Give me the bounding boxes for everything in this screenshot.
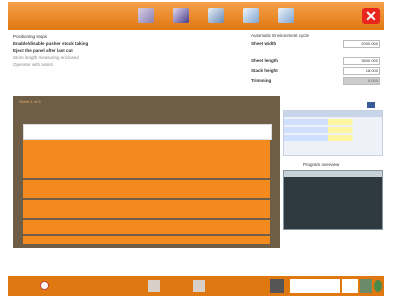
parts-row[interactable] bbox=[284, 127, 382, 133]
status-display bbox=[342, 279, 358, 293]
network-icon[interactable] bbox=[360, 279, 372, 293]
globe-icon[interactable] bbox=[374, 280, 382, 292]
sheet-strip[interactable] bbox=[23, 180, 270, 198]
record-indicator-icon bbox=[41, 282, 48, 289]
parts-row[interactable] bbox=[284, 119, 382, 125]
bottom-status-bar bbox=[8, 276, 384, 296]
top-toolbar: ✕ bbox=[8, 2, 384, 30]
option-pusher-stock[interactable]: Enable/disable pusher stock taking bbox=[13, 41, 88, 46]
sheet-width-field[interactable]: 2000.000 bbox=[343, 40, 380, 48]
parts-row[interactable] bbox=[284, 135, 382, 141]
trimming-label: Trimming bbox=[251, 78, 272, 83]
option-eject-panel[interactable]: Eject the panel after last cut bbox=[13, 48, 73, 53]
parts-icon[interactable] bbox=[367, 102, 375, 108]
sheet-strip[interactable] bbox=[23, 140, 270, 178]
sheet-width-label: Sheet width bbox=[251, 41, 277, 46]
machine-status-icon[interactable] bbox=[270, 279, 284, 293]
stack-height-field[interactable]: 18.000 bbox=[343, 67, 380, 75]
parts-header-row bbox=[284, 111, 382, 117]
sheet-strip-selected[interactable] bbox=[23, 124, 272, 140]
program-header-row bbox=[284, 171, 382, 177]
parts-table bbox=[283, 110, 383, 156]
program-title: Program overview bbox=[303, 162, 340, 167]
status-slot bbox=[148, 280, 160, 292]
option-positioning-stops[interactable]: Positioning stops bbox=[13, 34, 47, 39]
sheet-strip[interactable] bbox=[23, 236, 270, 244]
stack-icon[interactable] bbox=[173, 8, 189, 23]
status-display bbox=[290, 279, 340, 293]
preview-title: Sheet 1 of 3 bbox=[19, 99, 41, 104]
trimming-field[interactable]: 0.000 bbox=[343, 77, 380, 85]
sheet-length-label: Sheet length bbox=[251, 58, 279, 63]
display-icon[interactable] bbox=[278, 8, 294, 23]
close-button[interactable]: ✕ bbox=[362, 8, 380, 24]
params-header: Automatic Environment cycle bbox=[251, 33, 310, 38]
sheet-strip[interactable] bbox=[23, 200, 270, 218]
cut-pattern-icon[interactable] bbox=[138, 8, 154, 23]
option-operator-assist[interactable]: Operator with assist bbox=[13, 62, 53, 67]
program-table bbox=[283, 170, 383, 230]
sheet-length-field[interactable]: 3600.000 bbox=[343, 57, 380, 65]
sheet-preview: Sheet 1 of 3 bbox=[13, 96, 280, 248]
sheet-strip[interactable] bbox=[23, 220, 270, 234]
option-store-length[interactable]: Store length measuring enclosed bbox=[13, 55, 79, 60]
status-slot bbox=[193, 280, 205, 292]
tools-icon[interactable] bbox=[208, 8, 224, 23]
stack-height-label: Stack height bbox=[251, 68, 278, 73]
monitor-icon[interactable] bbox=[243, 8, 259, 23]
side-panel: Program overview bbox=[283, 102, 383, 230]
